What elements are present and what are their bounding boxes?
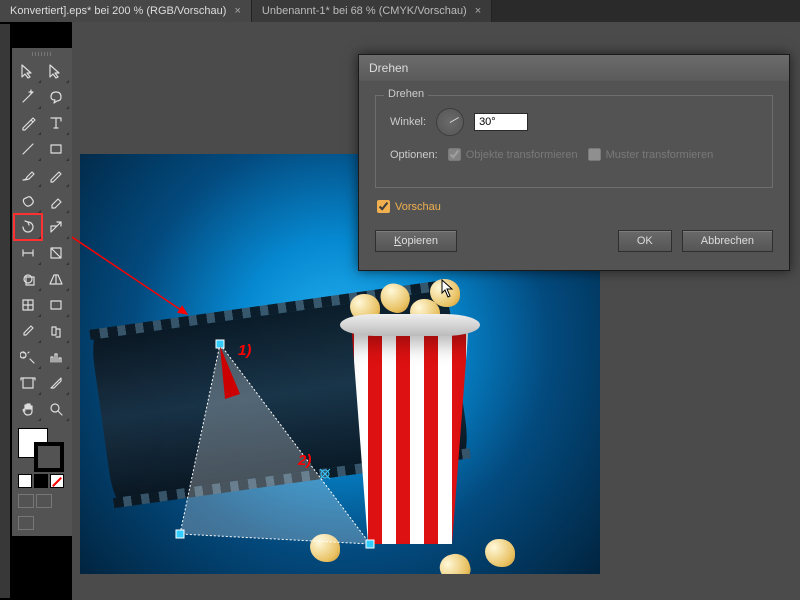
panel-grip[interactable]	[14, 50, 70, 58]
tool-artboard[interactable]	[14, 370, 42, 396]
toolbox	[12, 48, 72, 536]
dialog-title: Drehen	[369, 61, 408, 75]
tab-document-2[interactable]: Unbenannt-1* bei 68 % (CMYK/Vorschau) ×	[252, 0, 492, 22]
tool-symbol-sprayer[interactable]	[14, 344, 42, 370]
tool-perspective-grid[interactable]	[42, 266, 70, 292]
document-tabs: Konvertiert].eps* bei 200 % (RGB/Vorscha…	[0, 0, 800, 22]
tool-column-graph[interactable]	[42, 344, 70, 370]
options-label: Optionen:	[390, 149, 438, 161]
close-icon[interactable]: ×	[475, 5, 481, 17]
stroke-swatch[interactable]	[34, 442, 64, 472]
tool-mesh[interactable]	[14, 292, 42, 318]
tool-magic-wand[interactable]	[14, 84, 42, 110]
gradient-swatch[interactable]	[34, 474, 48, 488]
none-swatch[interactable]	[50, 474, 64, 488]
tool-pencil[interactable]	[42, 162, 70, 188]
tool-scale[interactable]	[42, 214, 70, 240]
tool-rotate[interactable]	[14, 214, 42, 240]
selected-path-triangle[interactable]	[170, 344, 400, 544]
rotate-dialog: Drehen Drehen Winkel: Optionen: Objekte …	[358, 54, 790, 271]
annotation-label-1: 1)	[238, 342, 251, 359]
tab-label: Konvertiert].eps* bei 200 % (RGB/Vorscha…	[10, 5, 226, 17]
cancel-button[interactable]: Abbrechen	[682, 230, 773, 252]
tool-width[interactable]	[14, 240, 42, 266]
tool-direct-selection[interactable]	[42, 58, 70, 84]
rotate-fieldset: Drehen Winkel: Optionen: Objekte transfo…	[375, 95, 773, 188]
copy-button[interactable]: Kopieren	[375, 230, 457, 252]
angle-dial[interactable]	[436, 108, 464, 136]
close-icon[interactable]: ×	[234, 5, 240, 17]
color-swatch[interactable]	[18, 474, 32, 488]
tool-paintbrush[interactable]	[14, 162, 42, 188]
preview-checkbox[interactable]: Vorschau	[377, 200, 441, 213]
fieldset-legend: Drehen	[384, 88, 428, 100]
copy-button-rest: opieren	[401, 235, 438, 247]
draw-mode[interactable]	[18, 516, 34, 530]
tab-label: Unbenannt-1* bei 68 % (CMYK/Vorschau)	[262, 5, 467, 17]
tool-eyedropper[interactable]	[14, 318, 42, 344]
tab-document-1[interactable]: Konvertiert].eps* bei 200 % (RGB/Vorscha…	[0, 0, 252, 22]
tool-rectangle[interactable]	[42, 136, 70, 162]
tool-free-transform[interactable]	[42, 240, 70, 266]
tool-shape-builder[interactable]	[14, 266, 42, 292]
tool-hand[interactable]	[14, 396, 42, 422]
artwork-popcorn	[485, 539, 515, 567]
screen-mode-normal[interactable]	[18, 494, 34, 508]
tool-line-segment[interactable]	[14, 136, 42, 162]
tool-blend[interactable]	[42, 318, 70, 344]
tool-selection[interactable]	[14, 58, 42, 84]
tool-pen[interactable]	[14, 110, 42, 136]
dialog-titlebar[interactable]: Drehen	[359, 55, 789, 81]
ok-button[interactable]: OK	[618, 230, 672, 252]
fill-stroke-swatch[interactable]	[14, 428, 70, 472]
tool-blob-brush[interactable]	[14, 188, 42, 214]
annotation-label-2: 2)	[298, 452, 311, 469]
tool-eraser[interactable]	[42, 188, 70, 214]
transform-objects-checkbox: Objekte transformieren	[448, 148, 578, 161]
mouse-cursor-icon	[441, 279, 455, 299]
panel-dock-edge	[0, 24, 10, 598]
tool-zoom[interactable]	[42, 396, 70, 422]
tool-slice[interactable]	[42, 370, 70, 396]
tool-gradient[interactable]	[42, 292, 70, 318]
screen-mode-full[interactable]	[36, 494, 52, 508]
transform-patterns-checkbox: Muster transformieren	[588, 148, 714, 161]
angle-label: Winkel:	[390, 116, 426, 128]
angle-input[interactable]	[474, 113, 528, 131]
tool-lasso[interactable]	[42, 84, 70, 110]
tool-type[interactable]	[42, 110, 70, 136]
